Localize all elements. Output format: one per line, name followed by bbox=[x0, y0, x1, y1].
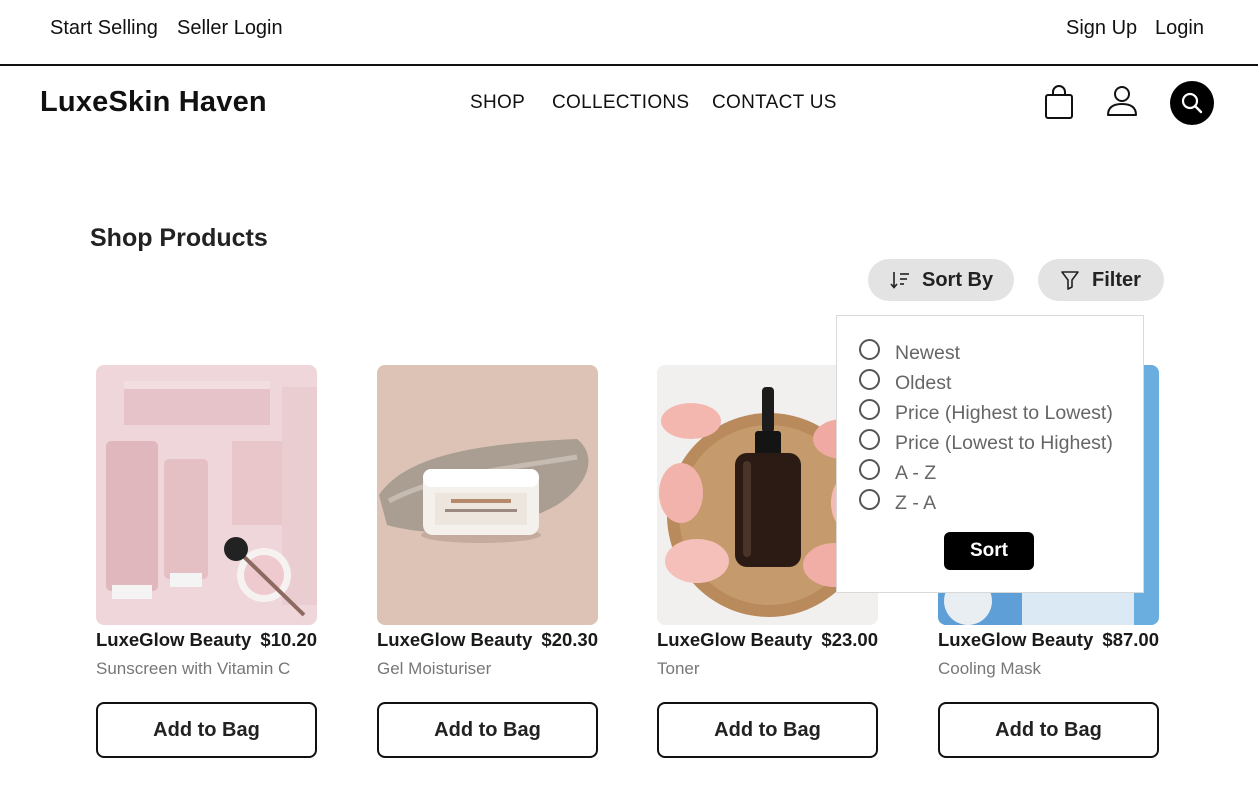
sort-dropdown: Newest Oldest Price (Highest to Lowest) … bbox=[836, 315, 1144, 593]
product-card: LuxeGlow Beauty $20.30 Gel Moisturiser A… bbox=[377, 365, 598, 758]
product-price: $87.00 bbox=[1102, 629, 1159, 650]
product-title-row: LuxeGlow Beauty $20.30 bbox=[377, 629, 598, 651]
filter-label: Filter bbox=[1092, 268, 1141, 291]
product-price: $23.00 bbox=[821, 629, 878, 650]
product-brand[interactable]: LuxeGlow Beauty bbox=[657, 629, 812, 651]
sort-option-a-z[interactable]: A - Z bbox=[859, 459, 937, 485]
nav-contact-us[interactable]: CONTACT US bbox=[712, 92, 837, 114]
sort-icon bbox=[890, 272, 909, 289]
shopping-bag-icon[interactable] bbox=[1043, 84, 1075, 120]
radio-button[interactable] bbox=[859, 429, 880, 450]
add-to-bag-button[interactable]: Add to Bag bbox=[377, 702, 598, 758]
add-to-bag-button[interactable]: Add to Bag bbox=[96, 702, 317, 758]
product-brand[interactable]: LuxeGlow Beauty bbox=[377, 629, 532, 651]
product-price: $20.30 bbox=[541, 629, 598, 650]
user-icon[interactable] bbox=[1105, 84, 1139, 118]
login-link[interactable]: Login bbox=[1155, 17, 1204, 40]
sort-option-label: A - Z bbox=[895, 462, 937, 484]
page-title: Shop Products bbox=[90, 224, 268, 252]
filter-button[interactable]: Filter bbox=[1038, 259, 1164, 301]
sort-by-label: Sort By bbox=[922, 268, 994, 291]
nav-shop[interactable]: SHOP bbox=[470, 92, 525, 114]
add-to-bag-button[interactable]: Add to Bag bbox=[657, 702, 878, 758]
top-utility-bar: Start Selling Seller Login Sign Up Login bbox=[0, 0, 1258, 66]
start-selling-link[interactable]: Start Selling bbox=[50, 17, 158, 40]
product-title-row: LuxeGlow Beauty $23.00 bbox=[657, 629, 878, 651]
sort-option-z-a[interactable]: Z - A bbox=[859, 489, 937, 515]
radio-button[interactable] bbox=[859, 369, 880, 390]
product-brand[interactable]: LuxeGlow Beauty bbox=[96, 629, 251, 651]
product-title-row: LuxeGlow Beauty $87.00 bbox=[938, 629, 1159, 651]
sort-option-oldest[interactable]: Oldest bbox=[859, 369, 952, 395]
sort-option-label: Oldest bbox=[895, 372, 952, 394]
product-name: Sunscreen with Vitamin C bbox=[96, 659, 291, 678]
product-name: Cooling Mask bbox=[938, 659, 1041, 678]
add-to-bag-button[interactable]: Add to Bag bbox=[938, 702, 1159, 758]
radio-button[interactable] bbox=[859, 459, 880, 480]
sort-option-label: Price (Highest to Lowest) bbox=[895, 402, 1113, 424]
radio-button[interactable] bbox=[859, 399, 880, 420]
product-image-sunscreen[interactable] bbox=[96, 365, 317, 625]
product-title-row: LuxeGlow Beauty $10.20 bbox=[96, 629, 317, 651]
sort-option-price-low-high[interactable]: Price (Lowest to Highest) bbox=[859, 429, 1113, 455]
sort-by-button[interactable]: Sort By bbox=[868, 259, 1014, 301]
product-name: Toner bbox=[657, 659, 700, 678]
seller-login-link[interactable]: Seller Login bbox=[177, 17, 283, 40]
filter-icon bbox=[1061, 271, 1079, 290]
nav-collections[interactable]: COLLECTIONS bbox=[552, 92, 689, 114]
search-button[interactable] bbox=[1170, 81, 1214, 125]
sort-option-label: Z - A bbox=[895, 492, 937, 514]
sort-option-price-high-low[interactable]: Price (Highest to Lowest) bbox=[859, 399, 1113, 425]
product-brand[interactable]: LuxeGlow Beauty bbox=[938, 629, 1093, 651]
sort-option-label: Price (Lowest to Highest) bbox=[895, 432, 1113, 454]
sign-up-link[interactable]: Sign Up bbox=[1066, 17, 1137, 40]
search-icon bbox=[1181, 92, 1203, 114]
sort-apply-button[interactable]: Sort bbox=[944, 532, 1034, 570]
radio-button[interactable] bbox=[859, 339, 880, 360]
product-name: Gel Moisturiser bbox=[377, 659, 492, 678]
sort-option-newest[interactable]: Newest bbox=[859, 339, 961, 365]
product-card: LuxeGlow Beauty $10.20 Sunscreen with Vi… bbox=[96, 365, 317, 758]
brand-logo[interactable]: LuxeSkin Haven bbox=[40, 86, 267, 119]
product-image-gel-moisturiser[interactable] bbox=[377, 365, 598, 625]
radio-button[interactable] bbox=[859, 489, 880, 510]
product-price: $10.20 bbox=[260, 629, 317, 650]
sort-option-label: Newest bbox=[895, 342, 961, 364]
